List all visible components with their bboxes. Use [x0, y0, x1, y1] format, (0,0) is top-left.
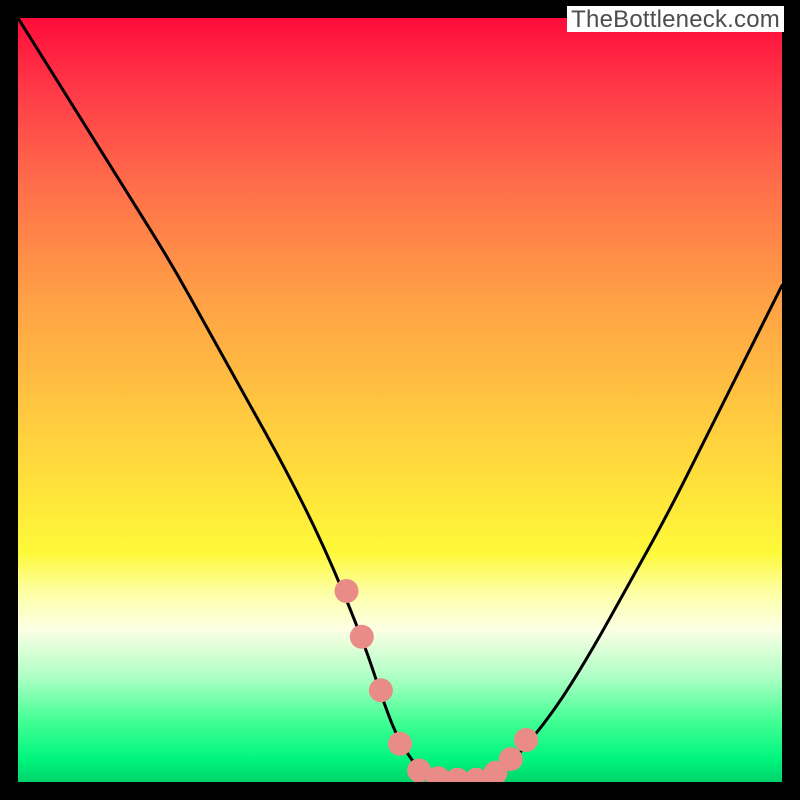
- marker-dot: [499, 747, 523, 771]
- curve-line: [18, 18, 782, 782]
- chart-svg: [18, 18, 782, 782]
- marker-dot: [369, 678, 393, 702]
- chart-frame: TheBottleneck.com: [0, 0, 800, 800]
- marker-dot: [350, 625, 374, 649]
- curve-markers: [335, 579, 539, 782]
- marker-dot: [335, 579, 359, 603]
- curve-line-group: [18, 18, 782, 782]
- marker-dot: [388, 732, 412, 756]
- marker-dot: [514, 728, 538, 752]
- watermark-text: TheBottleneck.com: [567, 6, 784, 32]
